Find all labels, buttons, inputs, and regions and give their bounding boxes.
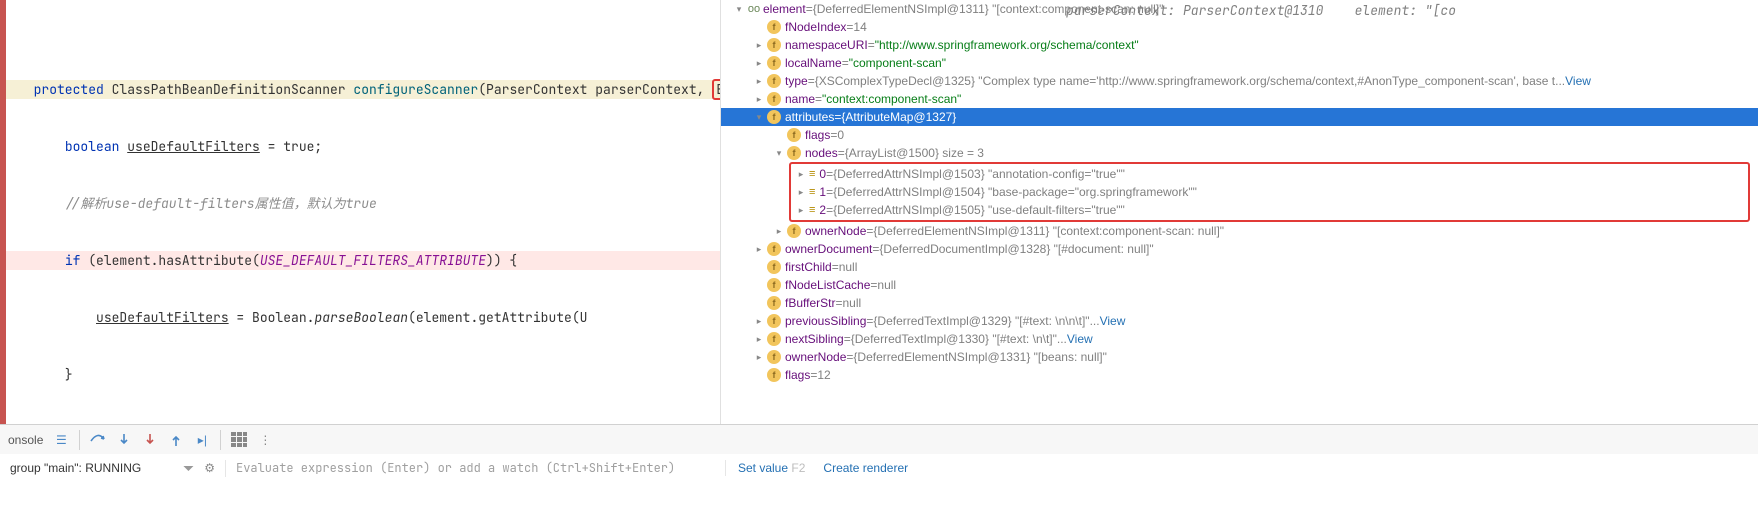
create-renderer-link[interactable]: Create renderer — [823, 461, 908, 475]
array-item-icon: ≡ — [809, 168, 815, 180]
expand-icon[interactable]: ▸ — [753, 352, 765, 363]
code-editor[interactable]: protected ClassPathBeanDefinitionScanner… — [0, 0, 720, 424]
expand-icon[interactable]: ▸ — [753, 58, 765, 69]
var-row-array-item[interactable]: ▸≡2 = {DeferredAttrNSImpl@1505} "use-def… — [791, 201, 1748, 219]
field-icon: f — [767, 368, 781, 382]
array-item-icon: ≡ — [809, 204, 815, 216]
var-row[interactable]: ▸fownerNode = {DeferredElementNSImpl@133… — [721, 348, 1758, 366]
var-row[interactable]: fflags = 12 — [721, 366, 1758, 384]
param-icon: oo — [747, 3, 761, 15]
var-row[interactable]: ffNodeListCache = null — [721, 276, 1758, 294]
field-icon: f — [767, 20, 781, 34]
code-line: boolean useDefaultFilters = true; — [4, 137, 720, 156]
var-row[interactable]: ffirstChild = null — [721, 258, 1758, 276]
field-icon: f — [767, 278, 781, 292]
highlighted-nodes-box: ▸≡0 = {DeferredAttrNSImpl@1503} "annotat… — [789, 162, 1750, 222]
error-gutter-stripe — [0, 0, 6, 424]
field-icon: f — [767, 332, 781, 346]
collapse-icon[interactable]: ▾ — [733, 4, 745, 15]
expand-icon[interactable]: ▸ — [753, 40, 765, 51]
more-icon[interactable]: ⋮ — [257, 432, 273, 448]
var-row-array-item[interactable]: ▸≡1 = {DeferredAttrNSImpl@1504} "base-pa… — [791, 183, 1748, 201]
var-row-array-item[interactable]: ▸≡0 = {DeferredAttrNSImpl@1503} "annotat… — [791, 165, 1748, 183]
view-link[interactable]: View — [1067, 332, 1093, 346]
filter-icon[interactable]: ⏷ — [183, 460, 194, 477]
var-row[interactable]: ▸flocalName = "component-scan" — [721, 54, 1758, 72]
code-line: protected ClassPathBeanDefinitionScanner… — [4, 80, 720, 99]
expand-icon[interactable]: ▸ — [753, 334, 765, 345]
shortcut-hint: F2 — [791, 461, 805, 475]
var-row[interactable]: ▸ftype = {XSComplexTypeDecl@1325} "Compl… — [721, 72, 1758, 90]
var-row-nodes[interactable]: ▾fnodes = {ArrayList@1500} size = 3 — [721, 144, 1758, 162]
view-link[interactable]: View — [1100, 314, 1126, 328]
var-row[interactable]: ▸fownerDocument = {DeferredDocumentImpl@… — [721, 240, 1758, 258]
evaluate-expression-input[interactable]: Evaluate expression (Enter) or add a wat… — [226, 460, 726, 476]
var-row[interactable]: ffNodeIndex = 14 — [721, 18, 1758, 36]
parameter-hint: parserContext: ParserContext@1310 elemen… — [1066, 2, 1456, 19]
field-icon: f — [787, 224, 801, 238]
field-icon: f — [767, 350, 781, 364]
field-icon: f — [767, 38, 781, 52]
code-line: if (element.hasAttribute(USE_DEFAULT_FIL… — [4, 251, 720, 270]
expand-icon[interactable]: ▸ — [753, 94, 765, 105]
code-line: //解析use-default-filters属性值，默认为true — [4, 194, 720, 213]
run-to-cursor-icon[interactable]: ▸| — [194, 432, 210, 448]
code-line — [4, 422, 720, 424]
field-icon: f — [767, 74, 781, 88]
separator — [220, 430, 221, 450]
step-into-icon[interactable] — [116, 432, 132, 448]
collapse-icon[interactable]: ▾ — [773, 148, 785, 159]
field-icon: f — [767, 260, 781, 274]
field-icon: f — [787, 128, 801, 142]
force-step-into-icon[interactable] — [142, 432, 158, 448]
set-value-link[interactable]: Set value — [738, 461, 788, 475]
var-row[interactable]: ffBufferStr = null — [721, 294, 1758, 312]
code-line: useDefaultFilters = Boolean.parseBoolean… — [4, 308, 720, 327]
field-icon: f — [767, 110, 781, 124]
highlighted-parameter: Element element — [712, 79, 720, 100]
view-link[interactable]: View — [1565, 74, 1591, 88]
console-tab[interactable]: onsole — [8, 433, 43, 447]
array-item-icon: ≡ — [809, 186, 815, 198]
expand-icon[interactable]: ▸ — [795, 187, 807, 198]
expand-icon[interactable]: ▸ — [795, 169, 807, 180]
expand-icon[interactable]: ▸ — [773, 226, 785, 237]
var-row[interactable]: ▸fpreviousSibling = {DeferredTextImpl@13… — [721, 312, 1758, 330]
field-icon: f — [767, 56, 781, 70]
collapse-icon[interactable]: ▾ — [753, 112, 765, 123]
expand-icon[interactable]: ▸ — [753, 316, 765, 327]
field-icon: f — [767, 242, 781, 256]
var-row[interactable]: fflags = 0 — [721, 126, 1758, 144]
thread-status[interactable]: group "main": RUNNING — [10, 461, 141, 475]
expand-icon[interactable]: ▸ — [753, 76, 765, 87]
expand-icon[interactable]: ▸ — [753, 244, 765, 255]
separator — [79, 430, 80, 450]
field-icon: f — [787, 146, 801, 160]
debug-toolbar: onsole ☰ ▸| ⋮ — [0, 424, 1758, 454]
field-icon: f — [767, 92, 781, 106]
settings-gear-icon[interactable]: ⚙ — [204, 461, 215, 475]
evaluate-expression-icon[interactable] — [231, 432, 247, 448]
scroll-to-stack-icon[interactable]: ☰ — [53, 432, 69, 448]
code-line: } — [4, 365, 720, 384]
step-over-icon[interactable] — [90, 432, 106, 448]
field-icon: f — [767, 314, 781, 328]
var-row[interactable]: ▸fnextSibling = {DeferredTextImpl@1330} … — [721, 330, 1758, 348]
debug-status-row: group "main": RUNNING ⏷ ⚙ Evaluate expre… — [0, 454, 1758, 482]
expand-icon[interactable]: ▸ — [795, 205, 807, 216]
var-row-attributes[interactable]: ▾fattributes = {AttributeMap@1327} — [721, 108, 1758, 126]
step-out-icon[interactable] — [168, 432, 184, 448]
var-row[interactable]: ▸fownerNode = {DeferredElementNSImpl@131… — [721, 222, 1758, 240]
var-row[interactable]: ▸fnamespaceURI = "http://www.springframe… — [721, 36, 1758, 54]
variables-panel[interactable]: ▾ooelement = {DeferredElementNSImpl@1311… — [720, 0, 1758, 424]
field-icon: f — [767, 296, 781, 310]
var-row[interactable]: ▸fname = "context:component-scan" — [721, 90, 1758, 108]
